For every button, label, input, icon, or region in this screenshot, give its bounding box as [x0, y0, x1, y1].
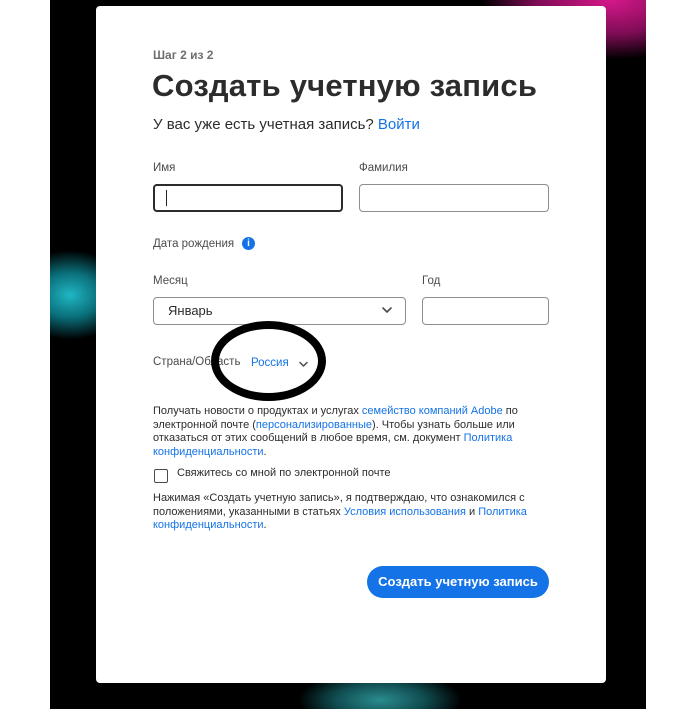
privacy-policy-link-cont[interactable]: конфиденциальности [153, 519, 264, 531]
terms-of-use-link[interactable]: Условия использования [344, 506, 466, 518]
step-indicator: Шаг 2 из 2 [153, 48, 214, 62]
news-text: по [502, 405, 518, 417]
last-name-field[interactable] [359, 184, 549, 212]
privacy-policy-link-cont[interactable]: конфиденциальности [153, 446, 264, 458]
terms-line-1: Нажимая «Создать учетную запись», я подт… [153, 492, 525, 504]
month-label: Месяц [153, 275, 188, 287]
first-name-label: Имя [153, 162, 176, 174]
news-line-4: конфиденциальности. [153, 446, 518, 460]
signup-card: Шаг 2 из 2 Создать учетную запись У вас … [96, 6, 606, 683]
annotation-circle [211, 321, 326, 401]
last-name-label: Фамилия [359, 162, 408, 174]
news-text: отказаться от этих сообщений в любое вре… [153, 432, 464, 444]
year-label: Год [422, 275, 441, 287]
terms-text: и [465, 505, 479, 518]
personalized-link[interactable]: персонализированные [256, 419, 372, 431]
privacy-policy-link[interactable]: Политика [478, 506, 527, 518]
terms-text: Нажимая «Создать учетную запись», я подт… [153, 492, 527, 533]
contact-checkbox-label[interactable]: Свяжитесь со мной по электронной почте [177, 467, 391, 479]
news-line-1: Получать новости о продуктах и услугах с… [153, 405, 518, 419]
terms-text: . [263, 519, 267, 531]
have-account-line: У вас уже есть учетная запись? Войти [153, 116, 420, 133]
terms-line-3: конфиденциальности. [153, 519, 527, 533]
terms-line-2: положениями, указанными в статьях Услови… [153, 506, 527, 520]
have-account-text: У вас уже есть учетная запись? [153, 116, 374, 133]
birth-date-label: Дата рождения [153, 238, 235, 250]
year-field[interactable] [422, 297, 549, 325]
news-text: Получать новости о продуктах и услугах [153, 405, 362, 417]
news-text: ). Чтобы узнать больше или [372, 418, 515, 431]
news-text: . [263, 445, 267, 458]
info-icon[interactable]: i [242, 237, 255, 250]
terms-text: положениями, указанными в статьях [153, 505, 344, 518]
news-line-2: электронной почте (персонализированные).… [153, 419, 518, 433]
contact-checkbox[interactable] [154, 469, 168, 483]
first-name-field[interactable] [153, 184, 343, 212]
news-text: электронной почте ( [153, 418, 256, 431]
privacy-policy-link[interactable]: Политика [464, 432, 513, 444]
adobe-family-link[interactable]: семейство компаний Adobe [362, 405, 503, 417]
text-cursor [166, 190, 167, 206]
news-consent-text: Получать новости о продуктах и услугах с… [153, 405, 518, 459]
chevron-down-icon [382, 307, 392, 313]
month-value: Январь [168, 303, 213, 318]
news-line-3: отказаться от этих сообщений в любое вре… [153, 432, 518, 446]
sign-in-link[interactable]: Войти [378, 116, 420, 133]
page-title: Создать учетную запись [152, 68, 538, 103]
create-account-button[interactable]: Создать учетную запись [367, 566, 549, 598]
